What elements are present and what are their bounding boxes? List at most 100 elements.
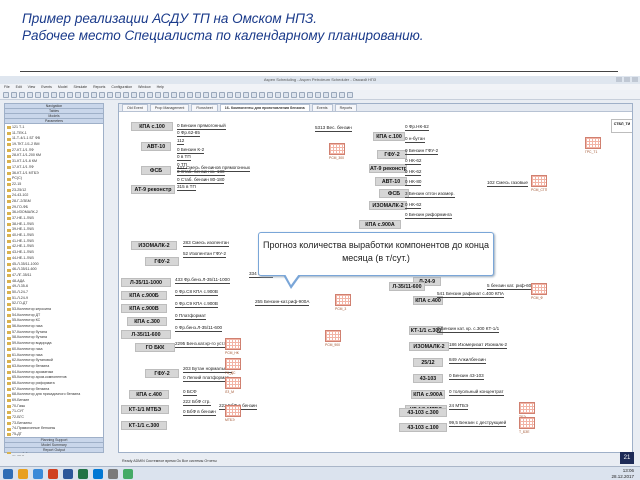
document-tab[interactable]: Prop Management xyxy=(149,104,190,111)
outlook-icon[interactable] xyxy=(93,468,103,479)
toolbar-button[interactable] xyxy=(347,91,353,98)
unit-node[interactable]: КПА с.100 xyxy=(131,122,173,131)
stream-label[interactable]: 24 МТБЭ xyxy=(449,403,469,410)
toolbar-button[interactable] xyxy=(3,91,9,98)
stream-label[interactable]: 5 бензин кат. риф-600 xyxy=(487,283,534,290)
toolbar-button[interactable] xyxy=(83,91,89,98)
tank-icon[interactable] xyxy=(531,175,547,187)
browser-icon[interactable] xyxy=(33,468,43,479)
toolbar-button[interactable] xyxy=(291,91,297,98)
word-icon[interactable] xyxy=(63,468,73,479)
toolbar-button[interactable] xyxy=(283,91,289,98)
toolbar-button[interactable] xyxy=(107,91,113,98)
stream-label[interactable]: 315 в ТП xyxy=(177,184,196,191)
stream-label[interactable]: 427 Смесь бензинов прямогонных xyxy=(177,165,251,172)
stream-label[interactable]: 0 Платформат xyxy=(175,313,206,320)
toolbar-button[interactable] xyxy=(27,91,33,98)
unit-node[interactable]: СТБЛ_ТИ xyxy=(611,119,632,133)
stream-label[interactable]: 0 БСФ xyxy=(183,389,197,396)
menu-item[interactable]: Help xyxy=(157,85,164,89)
toolbar-button[interactable] xyxy=(227,91,233,98)
stream-label[interactable]: 3 Бензин отгон изомер. xyxy=(405,191,455,198)
stream-label[interactable]: 0 Бензин прямогонный xyxy=(177,123,226,130)
tank-icon[interactable] xyxy=(531,283,547,295)
stream-label[interactable]: 0 Фр.С9 КПА с.900В xyxy=(175,301,218,308)
stream-label[interactable]: 102 Смесь газовые xyxy=(487,180,528,187)
unit-node[interactable]: ГФУ-2 xyxy=(145,369,179,378)
unit-node[interactable]: ИЗОМАЛК-2 xyxy=(409,342,449,351)
stream-label[interactable]: 0 НК-80 xyxy=(405,179,422,186)
unit-node[interactable]: КТ-1/1 с.300 xyxy=(121,421,167,430)
excel-icon[interactable] xyxy=(78,468,88,479)
menu-item[interactable]: View xyxy=(28,85,36,89)
stream-label[interactable]: 0 Фр.С8 КПА с.900В xyxy=(175,289,218,296)
toolbar-button[interactable] xyxy=(131,91,137,98)
unit-node[interactable]: Л-35/11-1000 xyxy=(121,278,171,287)
unit-node[interactable]: Л-35/11-600 xyxy=(389,282,425,291)
toolbar-button[interactable] xyxy=(179,91,185,98)
stream-label[interactable]: 255 Бензин-кат.риф-900А xyxy=(255,299,310,306)
toolbar-button[interactable] xyxy=(259,91,265,98)
stream-label[interactable]: 0 НК-62 xyxy=(405,202,422,209)
document-tab[interactable]: Events xyxy=(311,104,333,111)
toolbar-button[interactable] xyxy=(251,91,257,98)
stream-label[interactable]: 0 Бензин 43-103 xyxy=(449,373,484,380)
stream-label[interactable]: 0 Бензин риформинга xyxy=(405,212,452,219)
toolbar-button[interactable] xyxy=(203,91,209,98)
unit-node[interactable]: ГФУ-2 xyxy=(377,150,407,159)
flowsheet-canvas[interactable]: Old Event Prop Management Flowsheet 16- Ком… xyxy=(118,103,633,453)
toolbar-button[interactable] xyxy=(275,91,281,98)
stream-label[interactable]: 112 xyxy=(177,138,185,145)
stream-label[interactable]: 0 Фр.НК-62 xyxy=(405,124,429,131)
stream-label[interactable]: 0 Бензин ГФУ-2 xyxy=(405,148,439,155)
minimize-button[interactable] xyxy=(616,77,622,82)
stream-label[interactable]: 0 БбФ в бензин xyxy=(183,409,216,416)
powerpoint-icon[interactable] xyxy=(48,468,58,479)
toolbar-button[interactable] xyxy=(163,91,169,98)
tank-icon[interactable] xyxy=(325,330,341,342)
unit-node[interactable]: АВТ-10 xyxy=(375,177,407,186)
toolbar-button[interactable] xyxy=(315,91,321,98)
toolbar-button[interactable] xyxy=(99,91,105,98)
close-button[interactable] xyxy=(632,77,638,82)
stream-label[interactable]: 283 Смесь изопентан xyxy=(183,240,229,247)
toolbar-button[interactable] xyxy=(243,91,249,98)
menu-item[interactable]: Edit xyxy=(16,85,22,89)
stream-label[interactable]: 0 в ТП xyxy=(177,154,191,161)
start-icon[interactable] xyxy=(3,468,13,479)
tank-icon[interactable] xyxy=(225,405,241,417)
toolbar-button[interactable] xyxy=(123,91,129,98)
tank-icon[interactable] xyxy=(519,402,535,414)
toolbar-button[interactable] xyxy=(307,91,313,98)
toolbar-button[interactable] xyxy=(91,91,97,98)
tank-icon[interactable] xyxy=(225,358,241,370)
unit-node[interactable]: КПА с.900В xyxy=(121,304,167,313)
unit-node[interactable]: Л-35/11-600 xyxy=(121,330,171,339)
stream-label[interactable]: 3 Бензин кат. кр. с.300 КТ-1/1 xyxy=(437,326,500,333)
stream-label[interactable]: 0 НК-62 xyxy=(405,169,422,176)
toolbar-button[interactable] xyxy=(331,91,337,98)
toolbar-button[interactable] xyxy=(155,91,161,98)
toolbar-button[interactable] xyxy=(267,91,273,98)
unit-node[interactable]: КПА с.100 xyxy=(373,132,405,141)
toolbar-button[interactable] xyxy=(219,91,225,98)
toolbar-button[interactable] xyxy=(147,91,153,98)
unit-node[interactable]: 43-103 xyxy=(413,374,443,383)
toolbar-button[interactable] xyxy=(323,91,329,98)
stream-label[interactable]: 849 Алкилбензин xyxy=(449,357,486,364)
toolbar-button[interactable] xyxy=(339,91,345,98)
explorer-icon[interactable] xyxy=(18,468,28,479)
tank-icon[interactable] xyxy=(335,294,351,306)
document-tab[interactable]: Old Event xyxy=(122,104,148,111)
stream-label[interactable]: 0 Фр.бенз.Л-35/11-600 xyxy=(175,325,223,332)
stream-label[interactable]: 0 Фр.62-85 xyxy=(177,130,200,137)
aspen-icon[interactable] xyxy=(123,468,133,479)
tank-icon[interactable] xyxy=(585,137,601,149)
stream-label[interactable]: 0 Бензин К-2 xyxy=(177,147,205,154)
unit-node[interactable]: ФСБ xyxy=(141,166,171,175)
app-icon[interactable] xyxy=(108,468,118,479)
menu-item[interactable]: Window xyxy=(138,85,150,89)
stream-label[interactable]: 433 Фр.бенз.Л-35/11-1000 xyxy=(175,277,230,284)
toolbar-button[interactable] xyxy=(195,91,201,98)
unit-node[interactable]: КПА с.900Б xyxy=(121,291,167,300)
